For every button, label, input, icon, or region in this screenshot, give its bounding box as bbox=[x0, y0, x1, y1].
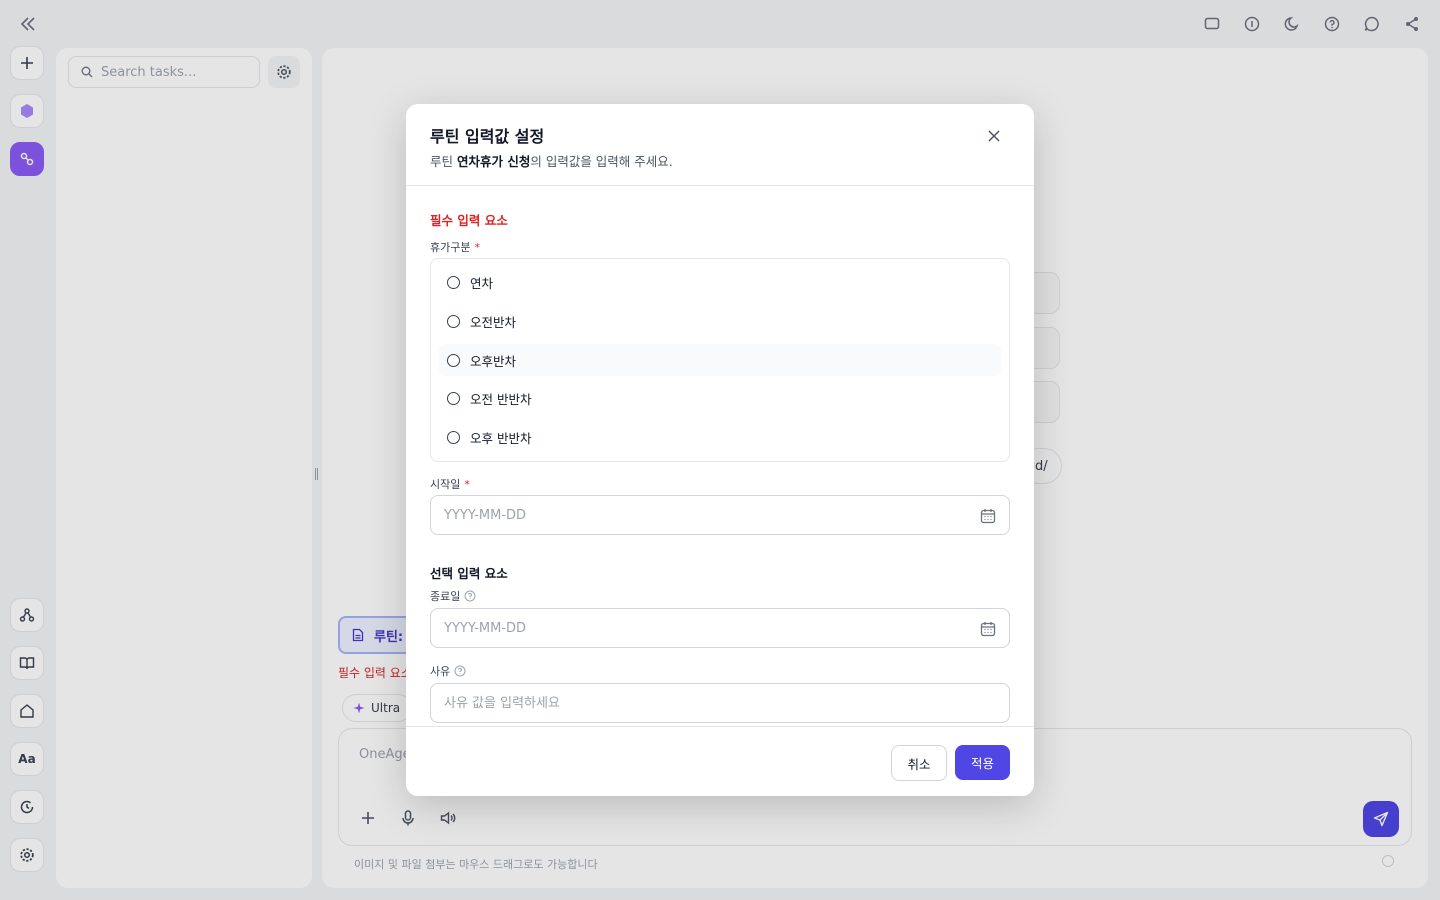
leave-type-option-label: 오전 반반차 bbox=[470, 391, 532, 407]
radio-circle-icon bbox=[447, 353, 460, 367]
routine-input-dialog: 루틴 입력값 설정 루틴 연차휴가 신청의 입력값을 입력해 주세요. 필수 입… bbox=[406, 104, 1034, 796]
end-date-label-text: 종료일 bbox=[430, 590, 461, 603]
start-date-label-text: 시작일 bbox=[430, 478, 461, 491]
leave-type-option-pm-half[interactable]: 오후반차 bbox=[439, 344, 1001, 376]
optional-section-title: 선택 입력 요소 bbox=[430, 566, 508, 581]
subtitle-prefix: 루틴 bbox=[430, 154, 457, 169]
leave-type-option-label: 오후반차 bbox=[470, 353, 517, 369]
start-date-label: 시작일 * bbox=[430, 476, 470, 492]
apply-button[interactable]: 적용 bbox=[955, 745, 1010, 780]
subtitle-suffix: 의 입력값을 입력해 주세요. bbox=[530, 154, 673, 169]
dialog-header: 루틴 입력값 설정 루틴 연차휴가 신청의 입력값을 입력해 주세요. bbox=[406, 104, 1034, 186]
leave-type-option-label: 오전반차 bbox=[470, 314, 517, 330]
leave-type-option-label: 연차 bbox=[470, 275, 494, 291]
help-icon[interactable] bbox=[454, 665, 466, 677]
start-date-placeholder: YYYY-MM-DD bbox=[444, 507, 527, 523]
dialog-subtitle: 루틴 연차휴가 신청의 입력값을 입력해 주세요. bbox=[430, 151, 673, 170]
leave-type-option-annual[interactable]: 연차 bbox=[439, 266, 1001, 298]
required-mark: * bbox=[464, 477, 470, 491]
reason-label: 사유 bbox=[430, 663, 466, 679]
end-date-input[interactable]: YYYY-MM-DD bbox=[430, 608, 1010, 648]
leave-type-option-am-half[interactable]: 오전반차 bbox=[439, 305, 1001, 337]
radio-circle-icon bbox=[447, 430, 460, 444]
required-mark: * bbox=[474, 240, 480, 254]
end-date-placeholder: YYYY-MM-DD bbox=[444, 620, 527, 636]
dialog-footer: 취소 적용 bbox=[406, 726, 1034, 796]
dialog-body[interactable]: 필수 입력 요소 휴가구분 * 연차 오전반차 오후반차 오전 반반차 오후 반… bbox=[406, 187, 1034, 726]
calendar-icon[interactable] bbox=[979, 507, 997, 525]
close-icon bbox=[988, 130, 1000, 142]
leave-type-label: 휴가구분 * bbox=[430, 239, 480, 255]
close-button[interactable] bbox=[984, 126, 1004, 146]
radio-circle-icon bbox=[447, 275, 460, 289]
routine-name: 연차휴가 신청 bbox=[456, 154, 531, 169]
radio-circle-icon bbox=[447, 314, 460, 328]
reason-label-text: 사유 bbox=[430, 665, 451, 678]
help-icon[interactable] bbox=[464, 590, 476, 602]
leave-type-option-label: 오후 반반차 bbox=[470, 430, 532, 446]
cancel-button[interactable]: 취소 bbox=[891, 745, 947, 781]
required-section-title: 필수 입력 요소 bbox=[430, 213, 508, 228]
leave-type-radio-group: 연차 오전반차 오후반차 오전 반반차 오후 반반차 bbox=[430, 258, 1010, 462]
reason-input[interactable] bbox=[430, 683, 1010, 723]
leave-type-option-am-quarter[interactable]: 오전 반반차 bbox=[439, 382, 1001, 414]
end-date-label: 종료일 bbox=[430, 588, 476, 604]
radio-circle-icon bbox=[447, 391, 460, 405]
calendar-icon[interactable] bbox=[979, 620, 997, 638]
leave-type-option-pm-quarter[interactable]: 오후 반반차 bbox=[439, 421, 1001, 453]
start-date-input[interactable]: YYYY-MM-DD bbox=[430, 495, 1010, 535]
dialog-title: 루틴 입력값 설정 bbox=[430, 127, 545, 146]
leave-type-label-text: 휴가구분 bbox=[430, 241, 471, 254]
